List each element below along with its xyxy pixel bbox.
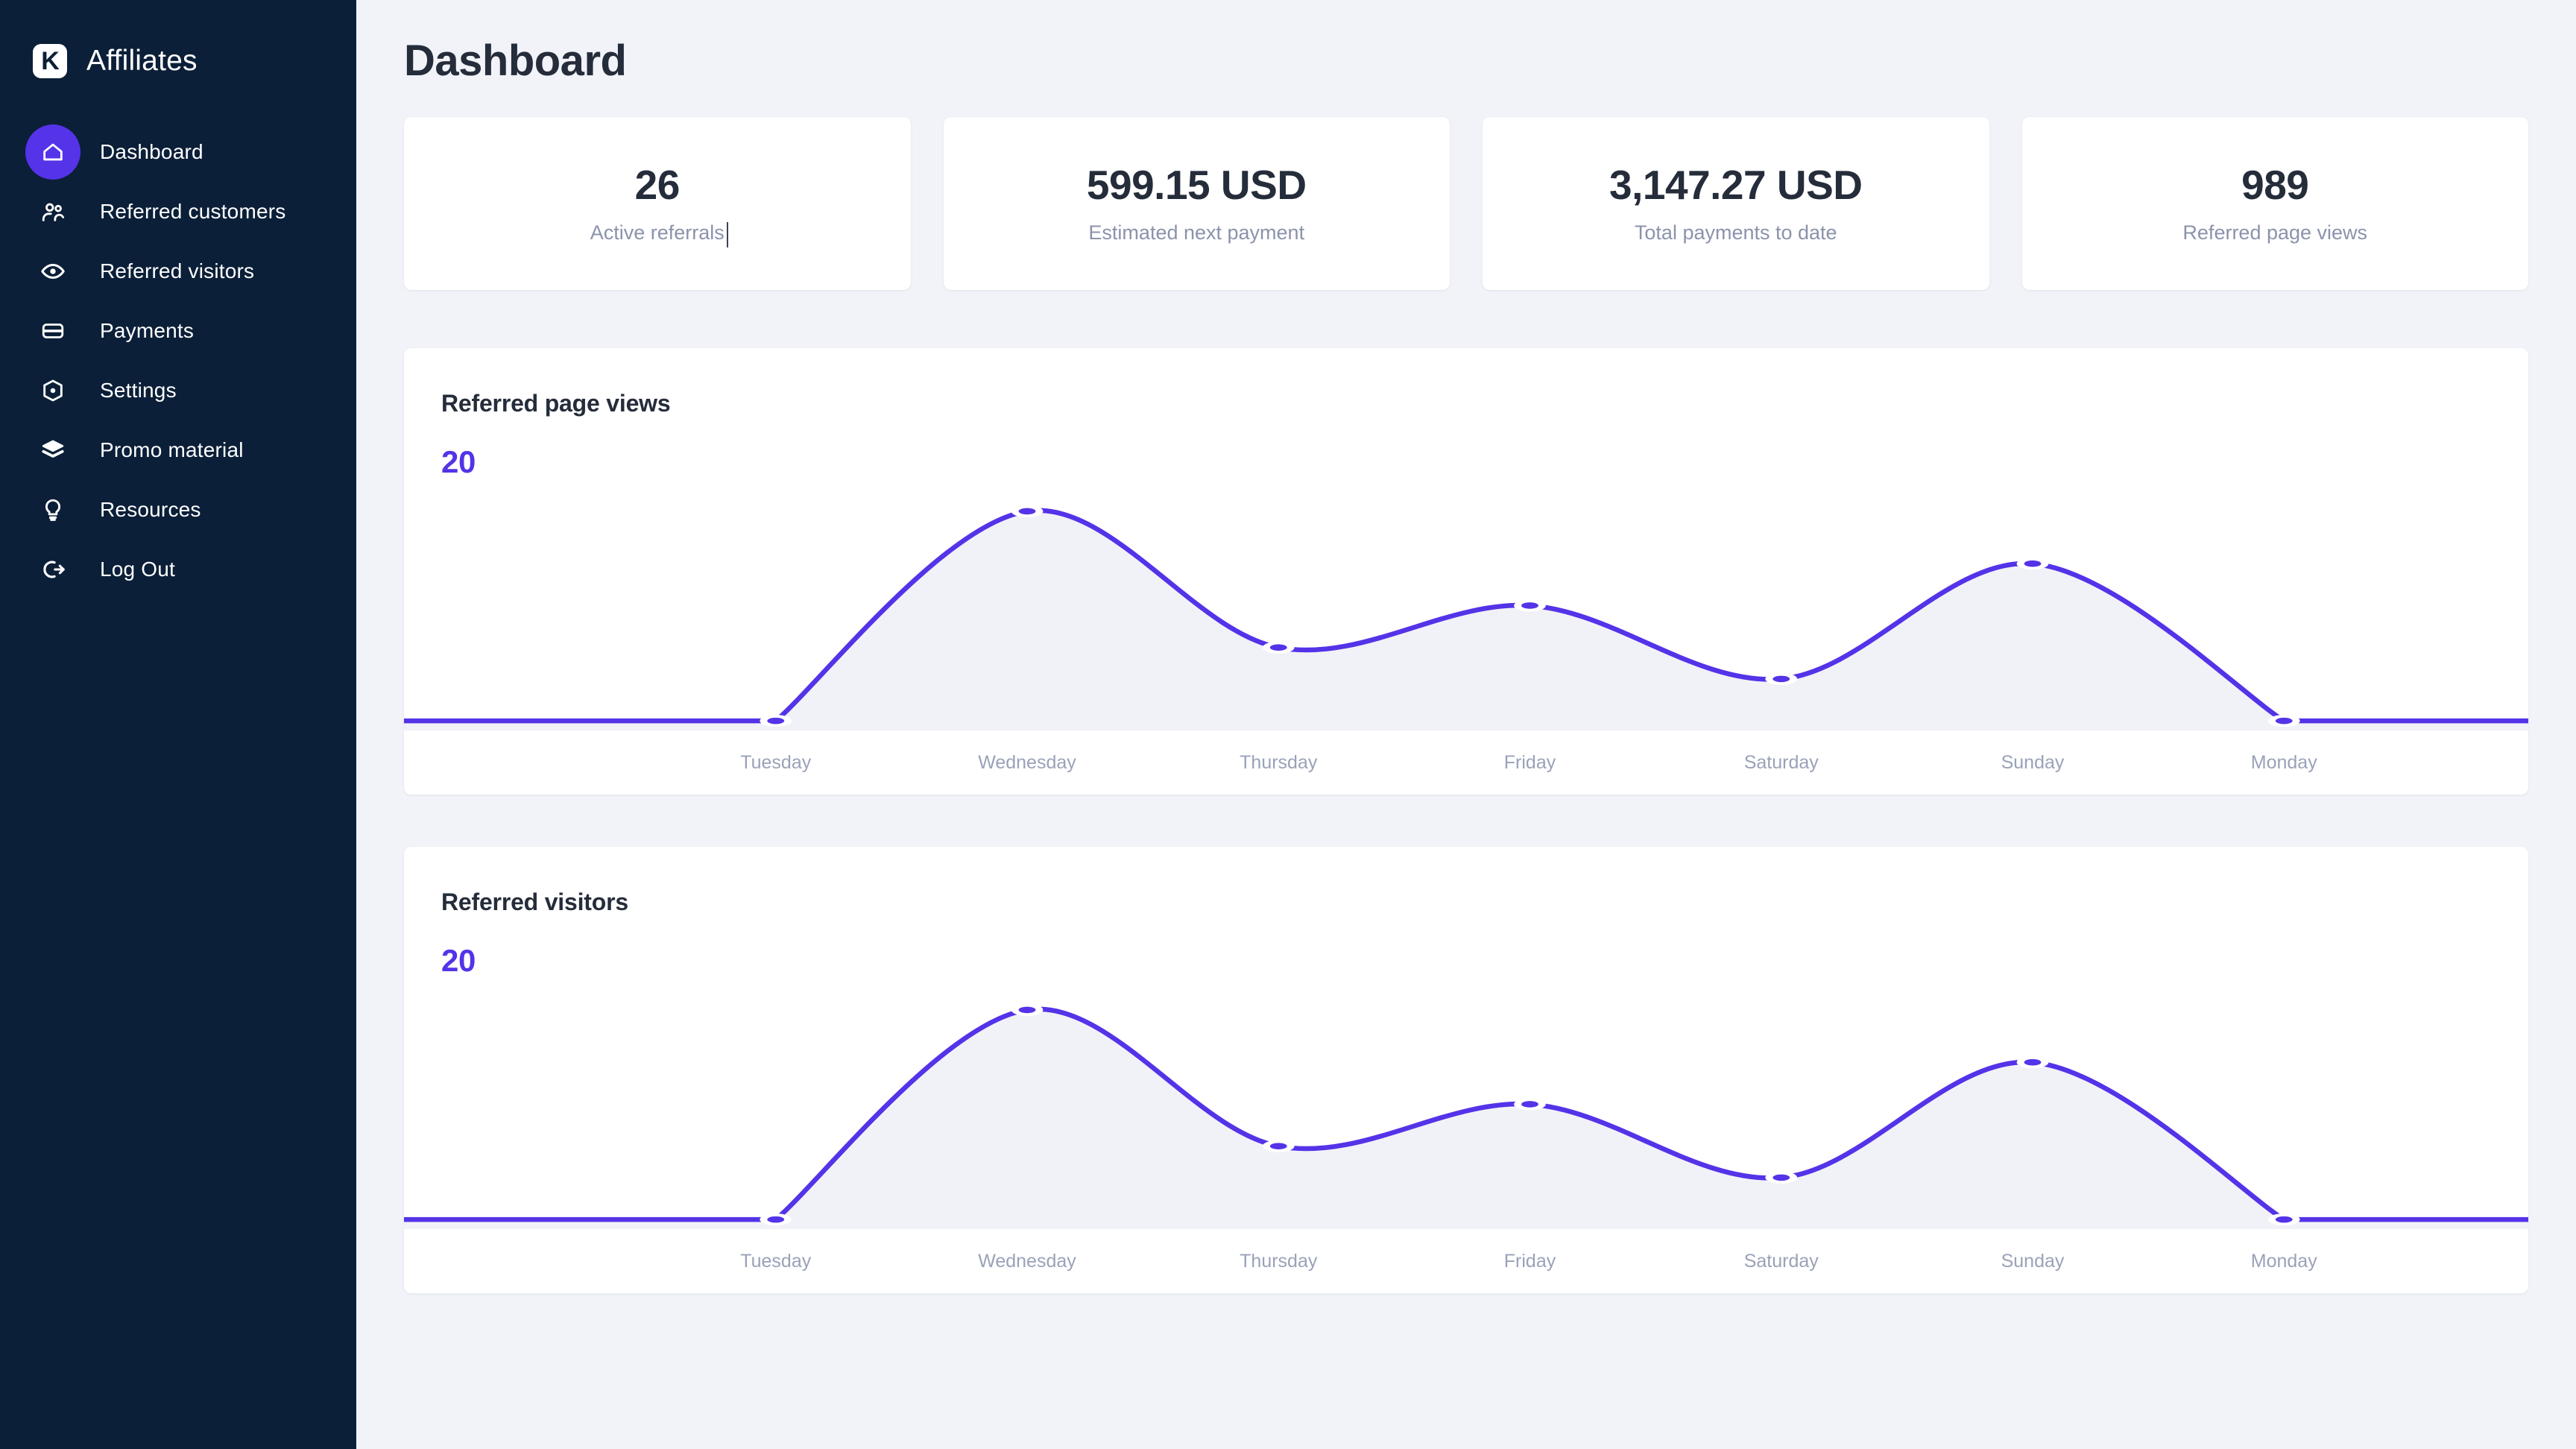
gear-icon xyxy=(25,363,80,418)
x-axis-tick-label: Saturday xyxy=(1743,1250,1819,1272)
main-content: Dashboard 26 Active referrals 599.15 USD… xyxy=(356,0,2576,1449)
stats-row: 26 Active referrals 599.15 USD Estimated… xyxy=(404,117,2528,290)
x-axis-tick-label: Tuesday xyxy=(740,1250,812,1272)
stat-card-active-referrals: 26 Active referrals xyxy=(404,117,911,290)
stat-card-total-payments-to-date: 3,147.27 USD Total payments to date xyxy=(1483,117,1989,290)
chart-area-fill xyxy=(404,1008,2528,1229)
chart-total-value: 20 xyxy=(441,943,476,978)
brand-title: Affiliates xyxy=(86,45,198,77)
sidebar-item-dashboard[interactable]: Dashboard xyxy=(0,122,356,182)
x-axis-tick-label: Monday xyxy=(2250,751,2317,773)
sidebar-item-resources[interactable]: Resources xyxy=(0,480,356,540)
chart-x-axis: Tuesday Wednesday Thursday Friday Saturday Su… xyxy=(404,1229,2528,1293)
lightbulb-icon xyxy=(25,482,80,537)
stat-card-estimated-next-payment: 599.15 USD Estimated next payment xyxy=(943,117,1450,290)
stat-label: Referred page views xyxy=(2182,221,2368,244)
sidebar: K Affiliates Dashboard Referred customer… xyxy=(0,0,356,1449)
sidebar-item-label: Log Out xyxy=(100,558,176,581)
chart-plot-area[interactable] xyxy=(404,989,2528,1229)
chart-x-axis: Tuesday Wednesday Thursday Friday Saturday Su… xyxy=(404,730,2528,795)
line-chart-svg xyxy=(404,505,2528,730)
chart-header: Referred page views 20 xyxy=(404,348,2528,480)
chart-plot-area[interactable] xyxy=(404,490,2528,730)
logout-icon xyxy=(25,542,80,597)
chart-card-referred-visitors: Referred visitors 20 Tuesday Wednesday Thu… xyxy=(404,847,2528,1293)
page-title: Dashboard xyxy=(404,37,627,85)
sidebar-item-label: Referred visitors xyxy=(100,259,255,282)
home-icon xyxy=(25,124,80,180)
x-axis-tick-label: Tuesday xyxy=(740,751,812,773)
users-icon xyxy=(25,184,80,239)
chart-card-referred-page-views: Referred page views 20 Tuesday Wednesday T… xyxy=(404,348,2528,795)
sidebar-item-label: Promo material xyxy=(100,438,244,461)
sidebar-item-payments[interactable]: Payments xyxy=(0,301,356,361)
stat-card-referred-page-views: 989 Referred page views xyxy=(2021,117,2528,290)
sidebar-item-label: Referred customers xyxy=(100,200,286,223)
x-axis-tick-label: Thursday xyxy=(1240,751,1318,773)
x-axis-tick-label: Saturday xyxy=(1743,751,1819,773)
kinsta-logo-icon: K xyxy=(33,44,67,78)
x-axis-tick-label: Sunday xyxy=(2001,1250,2065,1272)
logo-letter: K xyxy=(41,47,60,75)
x-axis-tick-label: Wednesday xyxy=(978,1250,1076,1272)
stat-label: Total payments to date xyxy=(1634,221,1837,244)
chart-total-value: 20 xyxy=(441,444,476,479)
sidebar-item-promo-material[interactable]: Promo material xyxy=(0,420,356,480)
stat-value: 599.15 USD xyxy=(1086,162,1307,209)
stat-value: 3,147.27 USD xyxy=(1609,162,1863,209)
sidebar-item-label: Resources xyxy=(100,498,201,521)
sidebar-item-referred-visitors[interactable]: Referred visitors xyxy=(0,242,356,301)
sidebar-item-log-out[interactable]: Log Out xyxy=(0,540,356,599)
eye-icon xyxy=(25,244,80,299)
sidebar-item-label: Payments xyxy=(100,319,195,342)
x-axis-tick-label: Thursday xyxy=(1240,1250,1318,1272)
x-axis-tick-label: Sunday xyxy=(2001,751,2065,773)
x-axis-tick-label: Wednesday xyxy=(978,751,1076,773)
chart-header: Referred visitors 20 xyxy=(404,847,2528,979)
x-axis-tick-label: Friday xyxy=(1503,751,1556,773)
stat-value: 26 xyxy=(634,162,681,209)
app-root: K Affiliates Dashboard Referred customer… xyxy=(0,0,2576,1449)
x-axis-tick-label: Monday xyxy=(2250,1250,2317,1272)
sidebar-item-settings[interactable]: Settings xyxy=(0,361,356,420)
sidebar-nav: Dashboard Referred customers Referred vi… xyxy=(0,122,356,599)
stat-value: 989 xyxy=(2241,162,2309,209)
brand: K Affiliates xyxy=(0,0,356,89)
stat-label: Active referrals xyxy=(590,221,728,247)
sidebar-item-label: Dashboard xyxy=(100,140,203,163)
chart-area-fill xyxy=(404,510,2528,730)
layers-icon xyxy=(25,423,80,478)
stat-label: Estimated next payment xyxy=(1088,221,1305,244)
chart-title: Referred visitors xyxy=(441,888,628,915)
chart-title: Referred page views xyxy=(441,390,671,417)
line-chart-svg xyxy=(404,1003,2528,1229)
sidebar-item-referred-customers[interactable]: Referred customers xyxy=(0,182,356,242)
credit-card-icon xyxy=(25,303,80,359)
sidebar-item-label: Settings xyxy=(100,379,177,402)
x-axis-tick-label: Friday xyxy=(1503,1250,1556,1272)
